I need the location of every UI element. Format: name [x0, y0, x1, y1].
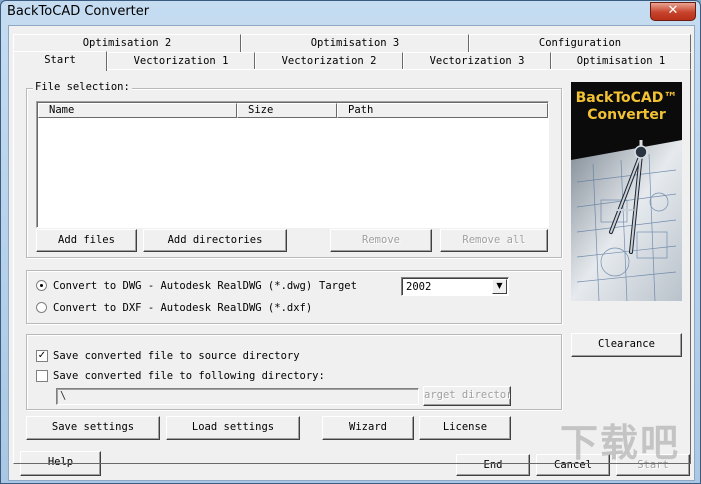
- convert-dxf-label[interactable]: Convert to DXF - Autodesk RealDWG (*.dxf…: [53, 302, 312, 314]
- tab-configuration[interactable]: Configuration: [469, 34, 691, 52]
- add-files-button[interactable]: Add files: [36, 229, 137, 252]
- tab-vectorization-3[interactable]: Vectorization 3: [403, 52, 551, 70]
- save-source-checkbox[interactable]: ✓: [36, 350, 48, 362]
- tab-vectorization-1[interactable]: Vectorization 1: [107, 52, 255, 70]
- tab-vectorization-2[interactable]: Vectorization 2: [255, 52, 403, 70]
- convert-dxf-radio[interactable]: [36, 302, 47, 313]
- target-version-select[interactable]: 2002 ▼: [401, 277, 509, 296]
- file-selection-legend: File selection:: [33, 81, 132, 93]
- file-selection-group: File selection: Name Size Path Add files…: [26, 81, 562, 258]
- convert-dwg-label[interactable]: Convert to DWG - Autodesk RealDWG (*.dwg…: [53, 280, 312, 292]
- target-label: Target: [319, 280, 357, 292]
- directory-path-input[interactable]: \: [56, 388, 419, 405]
- column-header-name[interactable]: Name: [38, 103, 237, 118]
- close-button[interactable]: ✕: [650, 2, 696, 21]
- add-directories-button[interactable]: Add directories: [143, 229, 287, 252]
- title-bar[interactable]: BackToCAD Converter ✕: [1, 1, 700, 25]
- convert-format-group: Convert to DWG - Autodesk RealDWG (*.dwg…: [26, 270, 562, 324]
- license-button[interactable]: License: [419, 416, 511, 440]
- tab-optimisation-3[interactable]: Optimisation 3: [241, 34, 469, 52]
- client-area: Optimisation 2 Optimisation 3 Configurat…: [8, 25, 695, 481]
- save-source-label[interactable]: Save converted file to source directory: [53, 350, 300, 362]
- tab-optimisation-2[interactable]: Optimisation 2: [13, 34, 241, 52]
- output-directory-group: ✓ Save converted file to source director…: [26, 334, 562, 410]
- convert-dwg-radio[interactable]: [36, 280, 47, 291]
- save-following-label[interactable]: Save converted file to following directo…: [53, 370, 325, 382]
- remove-button[interactable]: Remove: [330, 229, 432, 252]
- tab-start[interactable]: Start: [13, 51, 107, 71]
- target-version-value: 2002: [406, 281, 432, 293]
- column-header-size[interactable]: Size: [237, 103, 337, 118]
- file-list[interactable]: Name Size Path: [36, 101, 549, 228]
- target-directory-button[interactable]: arget director: [423, 386, 511, 406]
- remove-all-button[interactable]: Remove all: [440, 229, 548, 252]
- tab-optimisation-1[interactable]: Optimisation 1: [551, 52, 691, 70]
- chevron-down-icon[interactable]: ▼: [492, 279, 507, 294]
- wizard-button[interactable]: Wizard: [322, 416, 414, 440]
- window-title: BackToCAD Converter: [7, 4, 150, 19]
- save-following-checkbox[interactable]: [36, 370, 48, 382]
- load-settings-button[interactable]: Load settings: [166, 416, 300, 440]
- column-header-path[interactable]: Path: [337, 103, 548, 118]
- main-window: BackToCAD Converter ✕ Optimisation 2 Opt…: [0, 0, 701, 484]
- save-settings-button[interactable]: Save settings: [26, 416, 160, 440]
